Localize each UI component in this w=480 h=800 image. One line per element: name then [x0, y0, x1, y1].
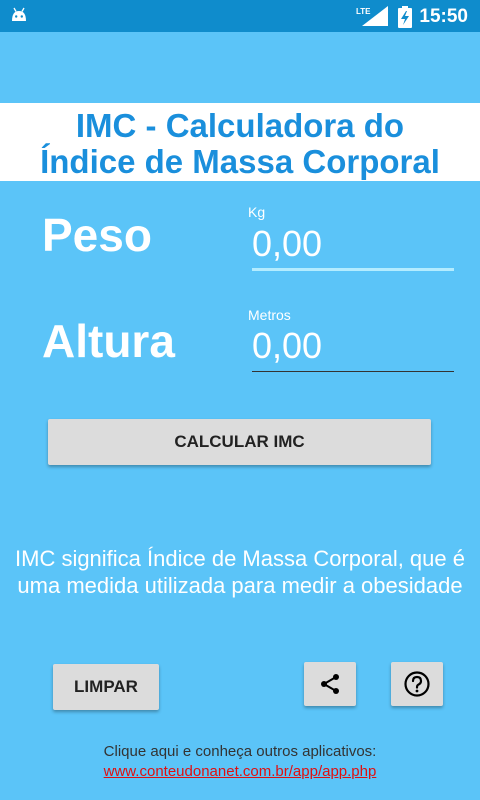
peso-label: Peso	[42, 209, 152, 261]
network-type-label: LTE	[356, 7, 371, 16]
calculate-imc-button[interactable]: CALCULAR IMC	[48, 419, 431, 465]
title-line-2: Índice de Massa Corporal	[40, 143, 440, 180]
peso-unit-hint: Kg	[248, 204, 266, 220]
title-banner: IMC - Calculadora do Índice de Massa Cor…	[0, 103, 480, 181]
altura-unit-hint: Metros	[248, 307, 291, 323]
peso-input[interactable]: 0,00	[252, 223, 322, 265]
share-icon	[321, 674, 339, 694]
altura-label: Altura	[42, 315, 175, 367]
altura-input-underline	[252, 371, 454, 372]
footer-text: Clique aqui e conheça outros aplicativos…	[103, 743, 377, 760]
footer-link[interactable]: www.conteudonanet.com.br/app/app.php	[0, 763, 480, 780]
clear-button[interactable]: LIMPAR	[53, 664, 159, 710]
help-icon	[404, 671, 430, 697]
title-line-1: IMC - Calculadora do	[75, 107, 405, 144]
imc-description: IMC significa Índice de Massa Corporal, …	[15, 546, 465, 598]
peso-input-underline	[252, 268, 454, 271]
android-icon	[12, 7, 26, 21]
help-button[interactable]	[391, 662, 443, 706]
status-time: 15:50	[419, 6, 468, 27]
battery-charging-icon	[398, 6, 412, 28]
share-button[interactable]	[304, 662, 356, 706]
altura-input[interactable]: 0,00	[252, 325, 322, 367]
lte-signal-icon: LTE	[356, 6, 388, 26]
status-bar: LTE 15:50	[0, 0, 480, 32]
